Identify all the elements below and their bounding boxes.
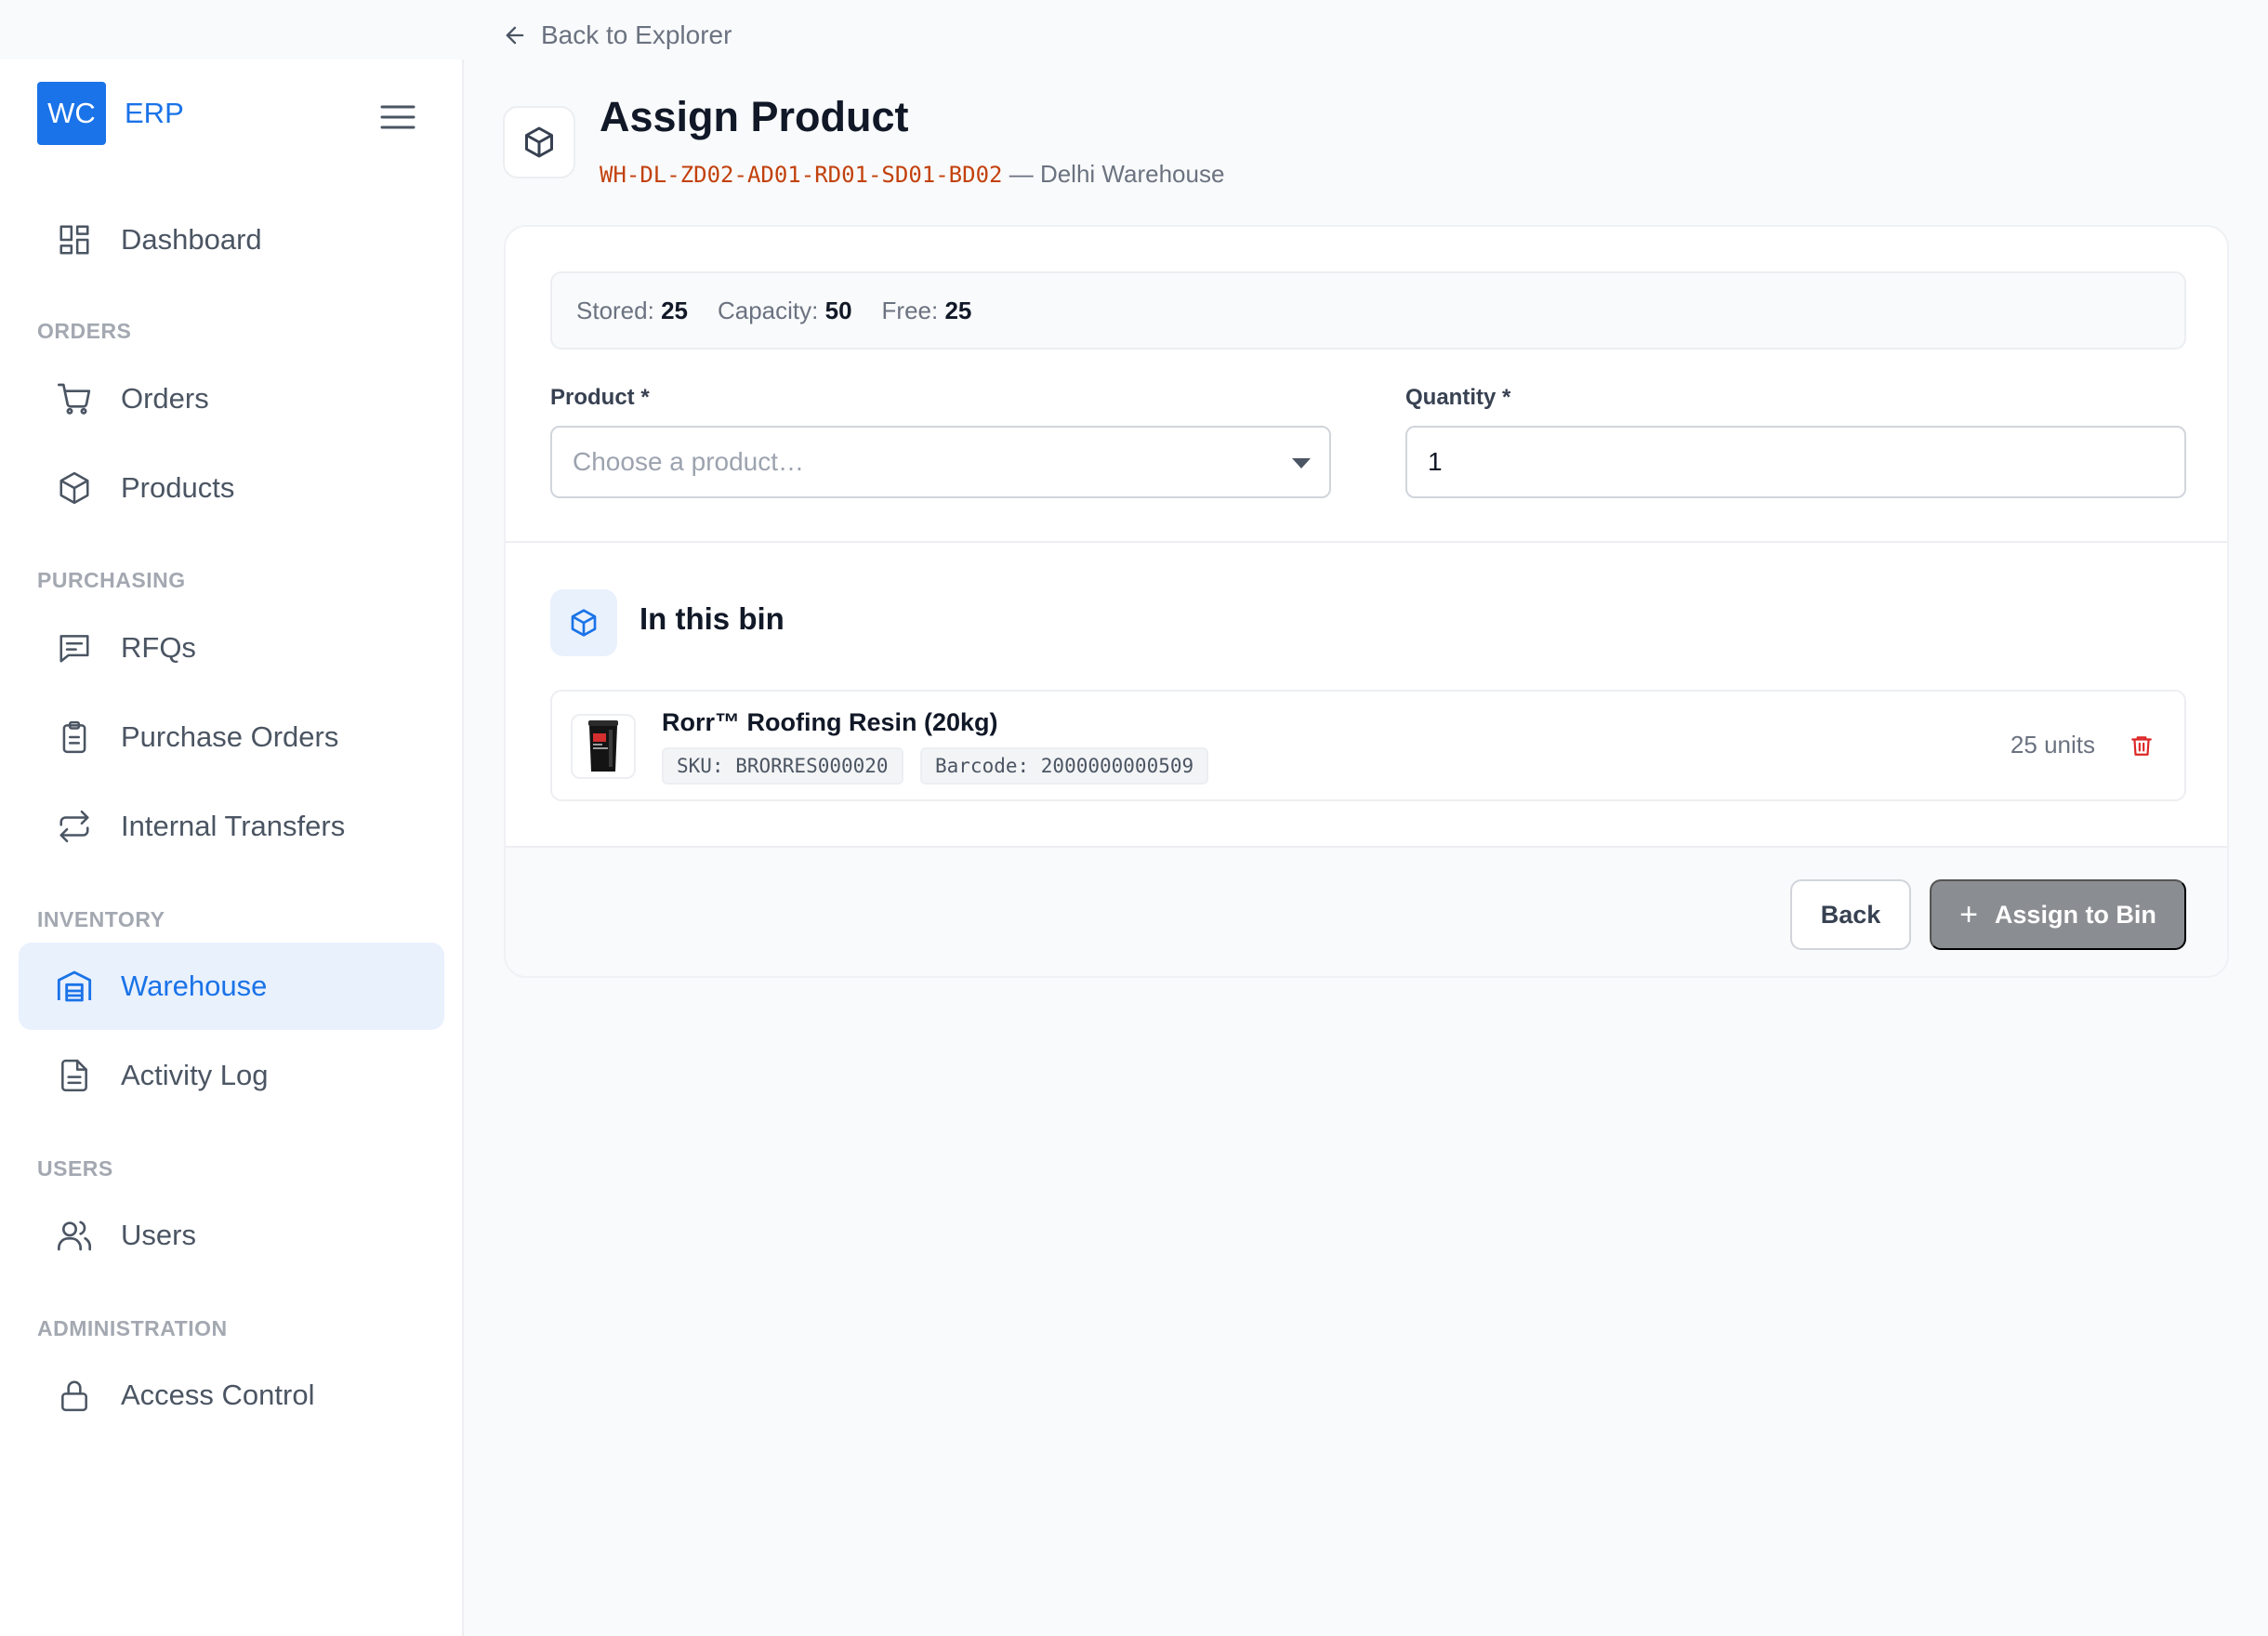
- sidebar-section-inventory: INVENTORY: [37, 907, 165, 931]
- sidebar-item-purchase-orders[interactable]: Purchase Orders: [19, 693, 444, 781]
- sidebar-item-internal-transfers[interactable]: Internal Transfers: [19, 783, 444, 870]
- sidebar-item-products[interactable]: Products: [19, 444, 444, 532]
- sku-tag: SKU: BRORRES000020: [662, 747, 903, 785]
- sidebar-item-rfqs[interactable]: RFQs: [19, 604, 444, 692]
- assign-to-bin-label: Assign to Bin: [1994, 900, 2156, 929]
- product-thumbnail: [571, 714, 636, 779]
- product-select[interactable]: Choose a product…: [550, 426, 1331, 498]
- brand[interactable]: WC ERP: [37, 82, 184, 145]
- sidebar-item-dashboard[interactable]: Dashboard: [19, 196, 444, 284]
- sidebar-item-label: Products: [121, 471, 235, 504]
- bin-code: WH-DL-ZD02-AD01-RD01-SD01-BD02: [600, 162, 1003, 188]
- brand-name: ERP: [125, 97, 184, 129]
- stat-capacity: Capacity: 50: [717, 296, 852, 324]
- subtitle-separator: —: [1002, 160, 1040, 188]
- sidebar-item-activity-log[interactable]: Activity Log: [19, 1032, 444, 1119]
- shopping-cart-icon: [54, 378, 95, 419]
- sidebar-item-warehouse[interactable]: Warehouse: [19, 943, 444, 1030]
- sidebar-item-label: Dashboard: [121, 223, 262, 256]
- sidebar-item-label: Access Control: [121, 1379, 315, 1411]
- arrow-left-icon: [506, 26, 524, 45]
- plus-icon: +: [1959, 897, 1978, 932]
- lock-icon: [54, 1375, 95, 1416]
- card-footer: Back + Assign to Bin: [506, 848, 2227, 976]
- sidebar-item-label: Purchase Orders: [121, 720, 339, 753]
- sidebar-section-users: USERS: [37, 1156, 113, 1181]
- stat-stored: Stored: 25: [576, 296, 688, 324]
- menu-toggle-button[interactable]: [376, 99, 420, 136]
- back-to-explorer-label: Back to Explorer: [541, 20, 732, 49]
- sidebar-item-label: Orders: [121, 382, 209, 415]
- product-name: Rorr™ Roofing Resin (20kg): [662, 708, 998, 736]
- repeat-icon: [54, 806, 95, 847]
- box-icon: [54, 468, 95, 508]
- quantity-input[interactable]: [1405, 426, 2186, 498]
- bin-contents-title: In this bin: [640, 601, 785, 636]
- quantity-label: Quantity *: [1405, 385, 1511, 410]
- stat-free: Free: 25: [881, 296, 972, 324]
- users-icon: [54, 1215, 95, 1256]
- item-quantity: 25 units: [2010, 731, 2095, 759]
- sidebar-item-label: Internal Transfers: [121, 810, 346, 842]
- back-button[interactable]: Back: [1790, 879, 1911, 950]
- sidebar-item-label: Warehouse: [121, 970, 268, 1002]
- barcode-tag: Barcode: 2000000000509: [920, 747, 1209, 785]
- resin-bucket-icon: [588, 720, 618, 772]
- file-text-icon: [54, 1055, 95, 1096]
- caret-down-icon: [1292, 458, 1311, 468]
- box-icon: [571, 609, 597, 637]
- sidebar: WC ERP Dashboard ORDERS Orders Products …: [0, 59, 464, 1636]
- sidebar-item-label: Activity Log: [121, 1059, 269, 1091]
- section-divider: [506, 541, 2227, 543]
- box-icon: [525, 126, 553, 158]
- page-subtitle: WH-DL-ZD02-AD01-RD01-SD01-BD02 — Delhi W…: [600, 160, 1224, 189]
- remove-item-button[interactable]: [2125, 729, 2158, 762]
- bin-item-row: Rorr™ Roofing Resin (20kg) SKU: BRORRES0…: [550, 690, 2186, 801]
- assign-to-bin-button[interactable]: + Assign to Bin: [1930, 879, 2186, 950]
- sidebar-section-orders: ORDERS: [37, 319, 132, 343]
- sidebar-item-orders[interactable]: Orders: [19, 355, 444, 442]
- bin-contents-icon: [550, 589, 617, 656]
- product-label: Product *: [550, 385, 650, 410]
- sidebar-item-label: Users: [121, 1219, 196, 1251]
- clipboard-icon: [54, 717, 95, 758]
- sidebar-item-access-control[interactable]: Access Control: [19, 1352, 444, 1439]
- sidebar-item-users[interactable]: Users: [19, 1192, 444, 1279]
- product-select-placeholder: Choose a product…: [573, 447, 805, 476]
- sidebar-item-label: RFQs: [121, 631, 196, 664]
- brand-logo: WC: [37, 82, 106, 145]
- sidebar-section-administration: ADMINISTRATION: [37, 1316, 228, 1340]
- warehouse-name: Delhi Warehouse: [1039, 160, 1225, 188]
- bin-stats: Stored: 25 Capacity: 50 Free: 25: [550, 271, 2186, 350]
- page-header-icon: [503, 106, 575, 178]
- warehouse-icon: [54, 966, 95, 1007]
- assign-product-card: Stored: 25 Capacity: 50 Free: 25 Product…: [504, 225, 2229, 978]
- dashboard-icon: [54, 219, 95, 260]
- back-to-explorer-link[interactable]: Back to Explorer: [502, 20, 732, 50]
- trash-icon: [2131, 736, 2152, 756]
- hamburger-icon: [380, 105, 415, 129]
- page-title: Assign Product: [600, 93, 909, 140]
- sidebar-section-purchasing: PURCHASING: [37, 568, 186, 592]
- message-square-icon: [54, 627, 95, 668]
